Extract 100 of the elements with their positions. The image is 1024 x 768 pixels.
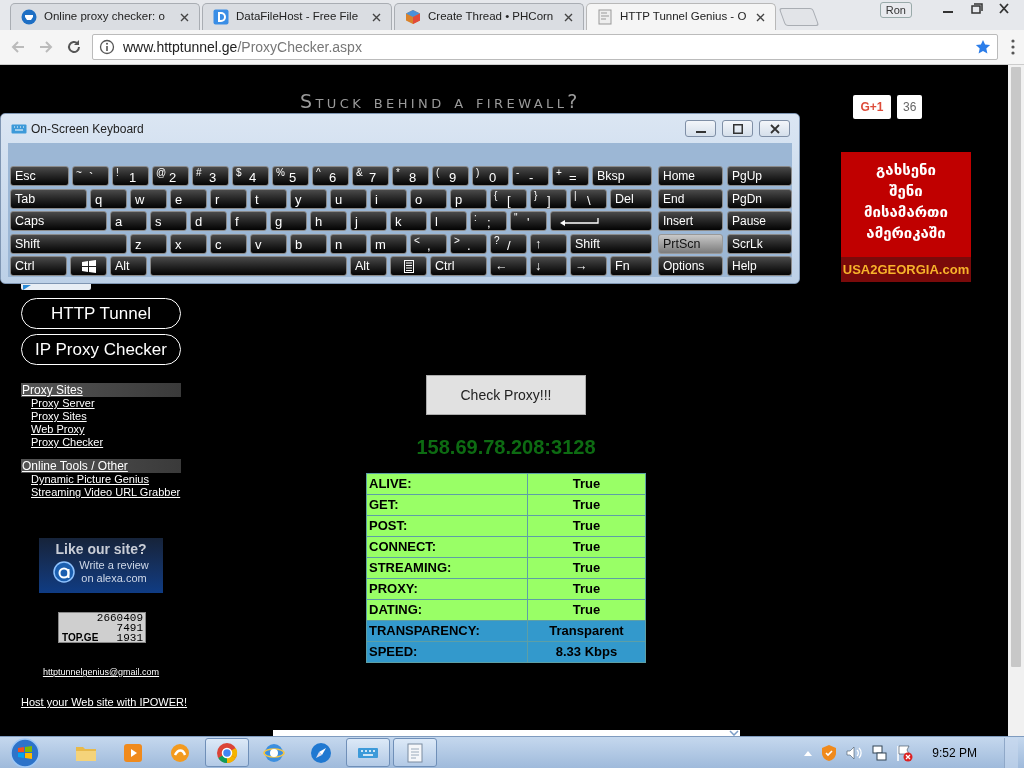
key[interactable]: Caps xyxy=(10,211,107,231)
taskbar-button[interactable] xyxy=(393,738,437,767)
sidebar-link[interactable]: Streaming Video URL Grabber xyxy=(31,486,181,499)
key[interactable]: x xyxy=(170,233,207,254)
profile-button[interactable]: Ron xyxy=(879,2,912,18)
key[interactable]: } ] xyxy=(530,188,567,209)
key[interactable]: > . xyxy=(450,233,487,254)
key[interactable]: t xyxy=(250,188,287,209)
ad-banner[interactable]: გახსენი შენი მისამართი ამერიკაში USA2GEORGIA.com xyxy=(841,152,971,282)
sidebar-link[interactable]: Dynamic Picture Genius xyxy=(31,473,149,486)
key[interactable]: Shift xyxy=(10,233,127,254)
key[interactable]: y xyxy=(290,188,327,209)
key[interactable]: % 5 xyxy=(272,166,309,186)
key[interactable]: n xyxy=(330,233,367,254)
key[interactable]: ↑ xyxy=(530,233,567,254)
key[interactable]: | \ xyxy=(570,188,607,209)
key[interactable]: ScrLk xyxy=(727,233,792,254)
key[interactable]: PgUp xyxy=(727,166,792,186)
key[interactable]: Del xyxy=(610,188,652,209)
key[interactable]: + = xyxy=(552,166,589,186)
key[interactable]: Alt xyxy=(110,256,147,276)
sidebar-link[interactable]: Proxy Checker xyxy=(31,436,104,449)
key[interactable]: ( 9 xyxy=(432,166,469,186)
close-icon[interactable] xyxy=(180,12,189,22)
space-key[interactable] xyxy=(150,256,347,276)
key[interactable]: b xyxy=(290,233,327,254)
key[interactable]: < , xyxy=(410,233,447,254)
close-button[interactable] xyxy=(759,120,790,137)
key[interactable]: { [ xyxy=(490,188,527,209)
key[interactable]: Alt xyxy=(350,256,387,276)
key[interactable]: End xyxy=(658,188,723,209)
key[interactable]: Shift xyxy=(570,233,652,254)
restore-button[interactable] xyxy=(722,120,753,137)
key[interactable]: j xyxy=(350,211,387,231)
key[interactable]: Options xyxy=(658,256,723,276)
email-link[interactable]: httptunnelgenius@gmail.com xyxy=(21,667,181,678)
key[interactable]: e xyxy=(170,188,207,209)
browser-tab[interactable]: Online proxy checker: o xyxy=(10,3,200,30)
counter-badge[interactable]: 2660409 7491 TOP.GE 1931 xyxy=(58,612,146,643)
sidebar-link[interactable]: Proxy Sites xyxy=(31,410,87,423)
key[interactable]: Fn xyxy=(610,256,652,276)
key[interactable]: PrtScn xyxy=(658,233,723,254)
key[interactable]: z xyxy=(130,233,167,254)
key[interactable]: d xyxy=(190,211,227,231)
key[interactable]: c xyxy=(210,233,247,254)
key[interactable]: i xyxy=(370,188,407,209)
close-icon[interactable] xyxy=(372,12,381,22)
scrollbar[interactable] xyxy=(1008,65,1024,736)
close-icon[interactable] xyxy=(564,12,573,22)
key[interactable]: ↓ xyxy=(530,256,567,276)
browser-tab[interactable]: DataFileHost - Free File xyxy=(202,3,392,30)
taskbar-button[interactable] xyxy=(346,738,390,767)
key[interactable]: r xyxy=(210,188,247,209)
section-link[interactable]: Proxy Sites xyxy=(21,383,181,397)
key[interactable]: Bksp xyxy=(592,166,652,186)
address-bar[interactable]: www.httptunnel.ge/ProxyChecker.aspx xyxy=(92,34,998,60)
sidebar-link[interactable]: Proxy Server xyxy=(31,397,95,410)
key[interactable]: Pause xyxy=(727,211,792,231)
key[interactable]: ^ 6 xyxy=(312,166,349,186)
key[interactable]: f xyxy=(230,211,267,231)
key[interactable]: : ; xyxy=(470,211,507,231)
key[interactable] xyxy=(70,256,107,276)
flag-alert-icon[interactable] xyxy=(895,743,914,762)
key[interactable]: v xyxy=(250,233,287,254)
key[interactable]: Insert xyxy=(658,211,723,231)
key[interactable]: Ctrl xyxy=(10,256,67,276)
key[interactable]: Esc xyxy=(10,166,69,186)
key[interactable]: Ctrl xyxy=(430,256,487,276)
check-proxy-button[interactable]: Check Proxy!!! xyxy=(426,375,586,415)
sidebar-link[interactable]: Web Proxy xyxy=(31,423,85,436)
key[interactable]: Home xyxy=(658,166,723,186)
key[interactable]: ? / xyxy=(490,233,527,254)
key[interactable]: a xyxy=(110,211,147,231)
key[interactable]: @ 2 xyxy=(152,166,189,186)
key[interactable]: s xyxy=(150,211,187,231)
plus-one-button[interactable]: G+1 xyxy=(853,95,891,119)
section-link[interactable]: Online Tools / Other xyxy=(21,459,181,473)
key[interactable]: m xyxy=(370,233,407,254)
key[interactable]: * 8 xyxy=(392,166,429,186)
key[interactable]: p xyxy=(450,188,487,209)
key[interactable]: ~ ` xyxy=(72,166,109,186)
key[interactable]: w xyxy=(130,188,167,209)
key[interactable]: → xyxy=(570,256,607,276)
key[interactable]: $ 4 xyxy=(232,166,269,186)
key[interactable] xyxy=(550,211,652,231)
key[interactable]: q xyxy=(90,188,127,209)
key[interactable]: ! 1 xyxy=(112,166,149,186)
key[interactable]: u xyxy=(330,188,367,209)
key[interactable]: PgDn xyxy=(727,188,792,209)
hosting-link[interactable]: Host your Web site with IPOWER! xyxy=(21,696,188,709)
key[interactable]: Help xyxy=(727,256,792,276)
key[interactable]: # 3 xyxy=(192,166,229,186)
key[interactable]: l xyxy=(430,211,467,231)
minimize-button[interactable] xyxy=(685,120,716,137)
key[interactable] xyxy=(390,256,427,276)
key[interactable]: - - xyxy=(512,166,549,186)
key[interactable]: ← xyxy=(490,256,527,276)
taskbar-button[interactable] xyxy=(205,738,249,767)
key[interactable]: o xyxy=(410,188,447,209)
browser-tab[interactable]: Create Thread • PHCorn xyxy=(394,3,584,30)
